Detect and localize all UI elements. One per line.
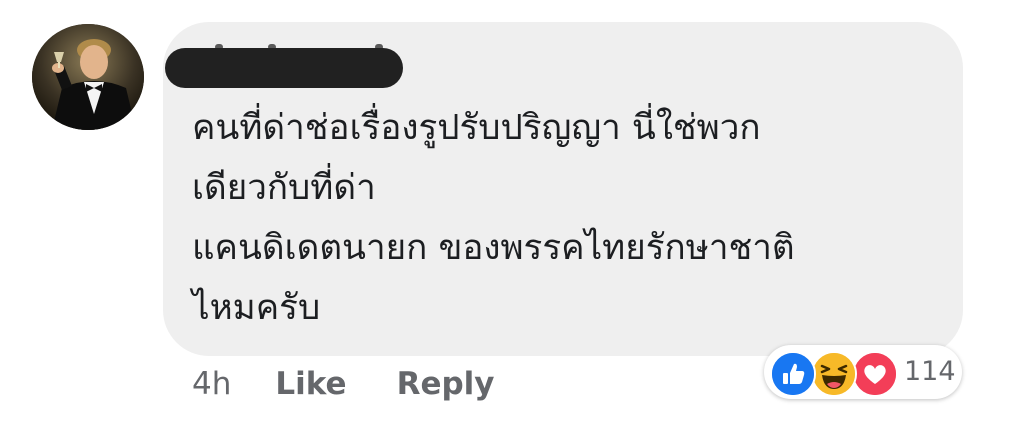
comment-text: คนที่ด่าช่อเรื่องรูปรับปริญญา นี่ใช่พวก … (192, 98, 932, 338)
avatar-image (32, 24, 144, 130)
comment-timestamp[interactable]: 4h (192, 366, 231, 402)
reactions-summary[interactable]: 114 (764, 345, 962, 399)
love-icon (852, 351, 898, 397)
comment-line: แคนดิเดตนายก ของพรรคไทยรักษาชาติ (192, 228, 795, 268)
comment-line: ไหมครับ (192, 288, 321, 328)
comment-actions: 4h Like Reply (192, 362, 495, 406)
like-icon (770, 351, 816, 397)
avatar[interactable] (32, 24, 144, 130)
comment-line: เดียวกับที่ด่า (192, 168, 376, 208)
reply-button[interactable]: Reply (397, 366, 495, 402)
comment-screenshot: คนที่ด่าช่อเรื่องรูปรับปริญญา นี่ใช่พวก … (0, 0, 1024, 430)
reaction-count: 114 (904, 356, 956, 387)
comment-line: คนที่ด่าช่อเรื่องรูปรับปริญญา นี่ใช่พวก (192, 108, 761, 148)
redacted-author-name (165, 48, 403, 88)
haha-icon (811, 351, 857, 397)
like-button[interactable]: Like (275, 366, 346, 402)
